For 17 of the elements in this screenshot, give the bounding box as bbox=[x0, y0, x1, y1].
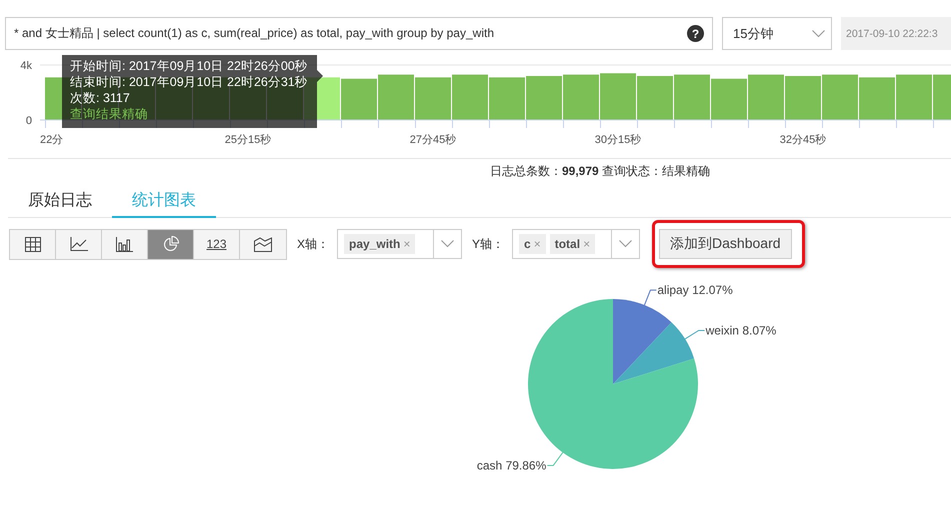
axis-field-label: Y轴： bbox=[472, 236, 504, 252]
summary-text: 日志总条数：99,979 查询状态：结果精确 bbox=[490, 162, 710, 180]
axis-label: 30分15秒 bbox=[594, 134, 642, 146]
tooltip-line: 查询结果精确 bbox=[70, 107, 148, 122]
axis-label: 4k bbox=[20, 60, 32, 72]
slice-label: cash 79.86% bbox=[476, 458, 546, 472]
slice-label: weixin 8.07% bbox=[706, 323, 776, 338]
tooltip-line: 开始时间: 2017年09月10日 22时26分00秒 bbox=[70, 59, 308, 74]
axis-label: 22分 bbox=[40, 134, 64, 146]
slice-label: alipay 12.07% bbox=[657, 283, 733, 298]
axis-label: 0 bbox=[26, 115, 32, 127]
tooltip-line: 结束时间: 2017年09月10日 22时26分31秒 bbox=[70, 75, 308, 90]
axis-label: 25分15秒 bbox=[224, 134, 272, 146]
axis-label: 27分45秒 bbox=[410, 134, 456, 146]
tooltip-line: 次数: 3117 bbox=[70, 91, 130, 106]
axis-label: 32分45秒 bbox=[780, 134, 826, 146]
axis-field-label: X轴： bbox=[297, 236, 330, 252]
